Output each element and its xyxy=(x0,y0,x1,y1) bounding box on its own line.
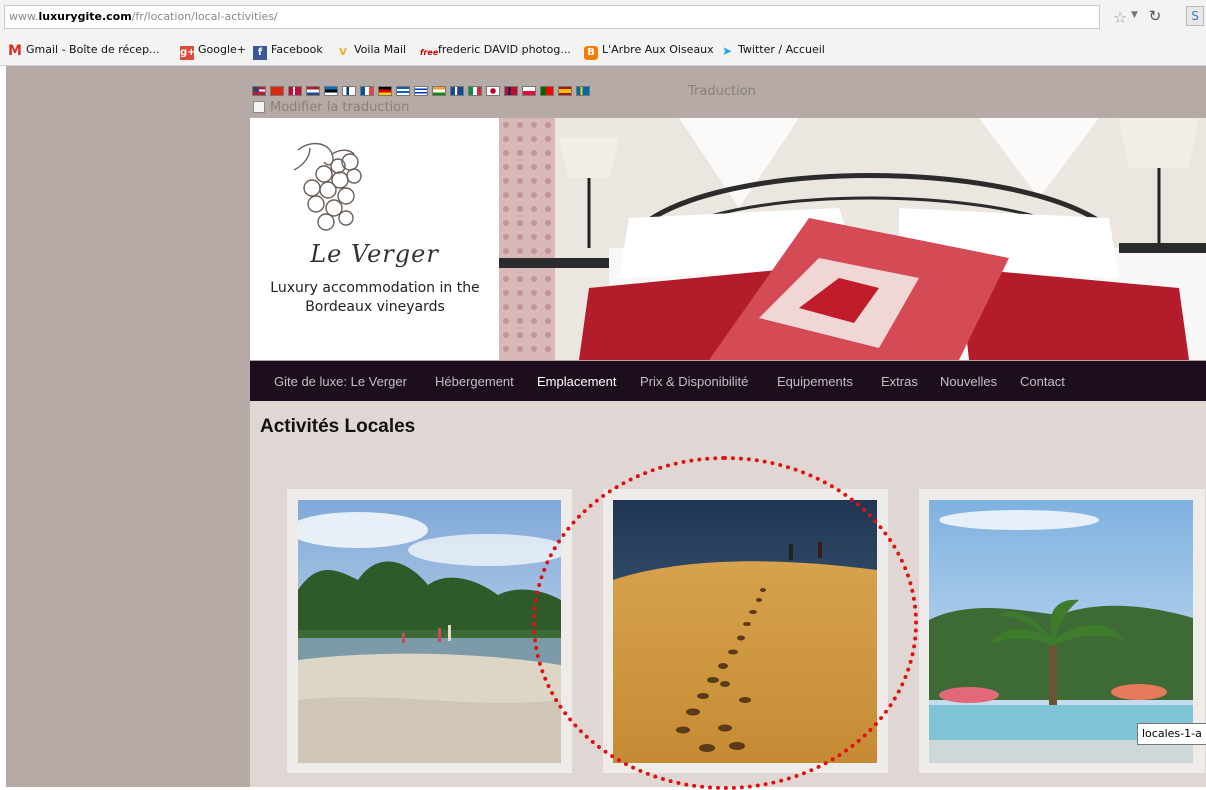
bookmark-label: Twitter / Accueil xyxy=(738,43,825,56)
page-title: Activités Locales xyxy=(260,416,416,437)
flag-es-icon[interactable] xyxy=(558,86,572,96)
flag-ja-icon[interactable] xyxy=(486,86,500,96)
bookmark-label: frederic DAVID photog... xyxy=(438,43,571,56)
bookmark-gmail[interactable]: M Gmail - Boîte de récep... xyxy=(8,42,160,58)
bookmark-twitter[interactable]: ➤ Twitter / Accueil xyxy=(720,42,825,58)
nav-item-extras[interactable]: Extras xyxy=(881,374,918,389)
twitter-icon: ➤ xyxy=(721,44,733,58)
bookmark-label: Voila Mail xyxy=(354,43,407,56)
nav-item-gite[interactable]: Gite de luxe: Le Verger xyxy=(274,374,407,389)
bookmark-googleplus[interactable]: g+ Google+ xyxy=(180,42,247,60)
main-nav: Gite de luxe: Le Verger Hébergement Empl… xyxy=(250,361,1206,401)
flag-zh-icon[interactable] xyxy=(270,86,284,96)
flag-fi-icon[interactable] xyxy=(342,86,356,96)
browser-toolbar: www.luxurygite.com/fr/location/local-act… xyxy=(0,0,1206,34)
bookmark-label: Google+ xyxy=(198,43,247,56)
nav-item-equipements[interactable]: Equipements xyxy=(777,374,853,389)
url-prefix: www. xyxy=(9,10,39,23)
bookmark-frederic[interactable]: freefrederic DAVID photog... xyxy=(420,42,571,58)
grape-logo-icon xyxy=(293,143,362,231)
nav-item-emplacement[interactable]: Emplacement xyxy=(537,374,616,389)
reload-icon[interactable]: ↻ xyxy=(1145,6,1165,26)
bookmark-label: L'Arbre Aux Oiseaux xyxy=(602,43,714,56)
modify-translation-checkbox[interactable] xyxy=(253,101,265,113)
voila-icon: V xyxy=(339,47,347,58)
bookmark-voila[interactable]: V Voila Mail xyxy=(336,42,406,58)
bookmark-label: Gmail - Boîte de récep... xyxy=(26,43,160,56)
bookmarks-bar: M Gmail - Boîte de récep... g+ Google+ f Fa… xyxy=(0,34,1206,66)
flag-de-icon[interactable] xyxy=(378,86,392,96)
nav-item-contact[interactable]: Contact xyxy=(1020,374,1065,389)
nav-item-hebergement[interactable]: Hébergement xyxy=(435,374,514,389)
flag-da-icon[interactable] xyxy=(288,86,302,96)
nav-item-prix[interactable]: Prix & Disponibilité xyxy=(640,374,748,389)
flag-pl-icon[interactable] xyxy=(522,86,536,96)
flag-et-icon[interactable] xyxy=(324,86,338,96)
bookmark-arbre[interactable]: B L'Arbre Aux Oiseaux xyxy=(584,42,714,60)
bookmark-star-icon[interactable]: ☆ xyxy=(1113,8,1127,27)
extension-icon[interactable]: S xyxy=(1186,6,1204,26)
flag-hi-icon[interactable] xyxy=(432,86,446,96)
blogger-icon: B xyxy=(584,46,598,60)
facebook-icon: f xyxy=(253,46,267,60)
left-margin xyxy=(0,66,6,787)
highlight-circle-annotation xyxy=(532,456,918,790)
flag-sv-icon[interactable] xyxy=(576,86,590,96)
dropdown-arrow-icon[interactable]: ▼ xyxy=(1131,10,1138,20)
flag-pt-icon[interactable] xyxy=(540,86,554,96)
hero-bedroom-image xyxy=(499,118,1206,360)
url-domain: luxurygite.com xyxy=(38,10,132,23)
translation-label: Traduction xyxy=(688,84,756,99)
gallery-thumb-beach[interactable] xyxy=(286,488,573,774)
flag-el-icon[interactable] xyxy=(396,86,410,96)
image-tooltip: locales-1-a xyxy=(1137,723,1206,745)
flag-is-icon[interactable] xyxy=(450,86,464,96)
site-name: Le Verger xyxy=(310,240,439,268)
bookmark-label: Facebook xyxy=(271,43,323,56)
flag-nl-icon[interactable] xyxy=(306,86,320,96)
flag-en-icon[interactable] xyxy=(252,86,266,96)
googleplus-icon: g+ xyxy=(180,46,196,60)
flag-fr-icon[interactable] xyxy=(360,86,374,96)
address-bar[interactable]: www.luxurygite.com/fr/location/local-act… xyxy=(4,5,1100,29)
gmail-icon: M xyxy=(8,43,22,59)
flag-no-icon[interactable] xyxy=(504,86,518,96)
flag-it-icon[interactable] xyxy=(468,86,482,96)
free-icon: free xyxy=(420,48,439,57)
beach-lake-photo xyxy=(298,500,561,763)
url-path: /fr/location/local-activities/ xyxy=(131,10,278,23)
bookmark-facebook[interactable]: f Facebook xyxy=(253,42,323,60)
logo-panel[interactable] xyxy=(250,118,499,360)
flag-he-icon[interactable] xyxy=(414,86,428,96)
site-tagline: Luxury accommodation in the Bordeaux vin… xyxy=(270,280,480,315)
modify-translation-label: Modifier la traduction xyxy=(270,100,410,115)
nav-item-nouvelles[interactable]: Nouvelles xyxy=(940,374,997,389)
